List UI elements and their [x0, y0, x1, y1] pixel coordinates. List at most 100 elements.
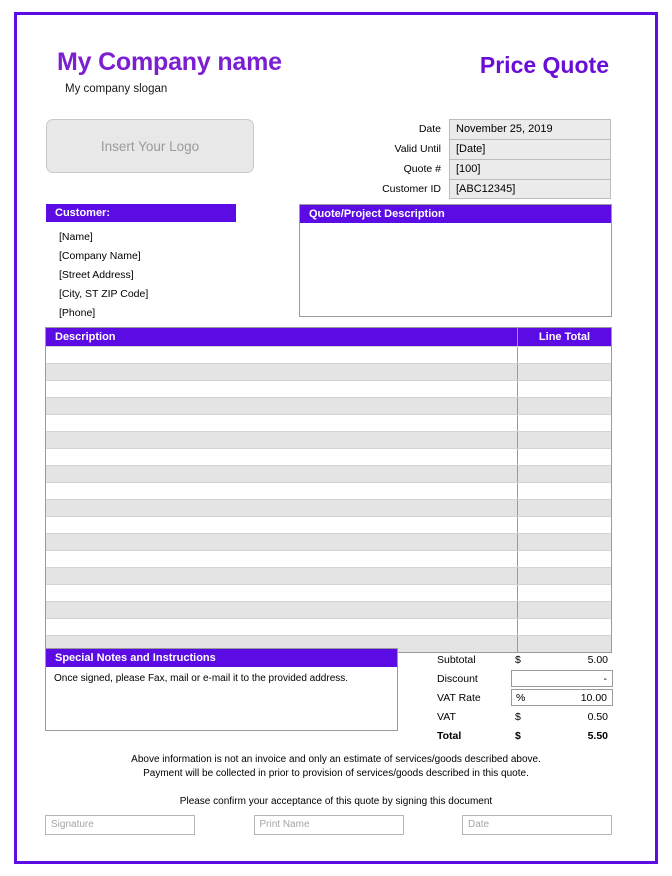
table-row[interactable]: [46, 380, 611, 397]
cell-line-total[interactable]: [517, 381, 611, 397]
table-row[interactable]: [46, 499, 611, 516]
cell-line-total[interactable]: [517, 517, 611, 533]
cell-description[interactable]: [46, 517, 517, 533]
customer-line-street[interactable]: [Street Address]: [46, 266, 236, 285]
table-row[interactable]: [46, 550, 611, 567]
cell-description[interactable]: [46, 432, 517, 448]
cell-line-total[interactable]: [517, 602, 611, 618]
cell-line-total[interactable]: [517, 449, 611, 465]
footer-disclaimer-line-1: Above information is not an invoice and …: [131, 754, 541, 765]
table-row[interactable]: [46, 567, 611, 584]
cell-description[interactable]: [46, 500, 517, 516]
table-row[interactable]: [46, 465, 611, 482]
special-notes-heading: Special Notes and Instructions: [46, 649, 397, 667]
table-row[interactable]: [46, 618, 611, 635]
meta-row-valid-until: Valid Until [Date]: [341, 139, 611, 159]
table-row[interactable]: [46, 533, 611, 550]
cell-line-total[interactable]: [517, 568, 611, 584]
cell-description[interactable]: [46, 551, 517, 567]
cell-description[interactable]: [46, 568, 517, 584]
discount-input[interactable]: -: [511, 670, 613, 687]
totals-label-discount: Discount: [437, 672, 478, 685]
totals-value-subtotal: 5.00: [587, 653, 608, 666]
cell-line-total[interactable]: [517, 466, 611, 482]
vat-rate-input[interactable]: % 10.00: [511, 689, 613, 706]
cell-line-total[interactable]: [517, 534, 611, 550]
cell-line-total[interactable]: [517, 415, 611, 431]
table-row[interactable]: [46, 414, 611, 431]
totals-currency-subtotal: $: [515, 653, 521, 666]
totals-currency-vat-rate: %: [516, 691, 526, 704]
meta-row-quote-number: Quote # [100]: [341, 159, 611, 179]
quote-description-block: Quote/Project Description: [299, 204, 612, 317]
table-row[interactable]: [46, 397, 611, 414]
meta-value-quote-number[interactable]: [100]: [449, 159, 611, 179]
cell-line-total[interactable]: [517, 432, 611, 448]
cell-description[interactable]: [46, 466, 517, 482]
customer-heading: Customer:: [46, 204, 236, 222]
cell-description[interactable]: [46, 483, 517, 499]
totals-row-total: Total $ 5.50: [437, 726, 613, 745]
print-name-input[interactable]: Print Name: [253, 815, 404, 835]
table-row[interactable]: [46, 431, 611, 448]
table-row[interactable]: [46, 482, 611, 499]
table-row[interactable]: [46, 601, 611, 618]
cell-line-total[interactable]: [517, 585, 611, 601]
cell-description[interactable]: [46, 415, 517, 431]
cell-description[interactable]: [46, 534, 517, 550]
meta-value-valid-until[interactable]: [Date]: [449, 139, 611, 159]
signature-date-input[interactable]: Date: [462, 815, 612, 835]
customer-line-city-state-zip[interactable]: [City, ST ZIP Code]: [46, 285, 236, 304]
cell-line-total[interactable]: [517, 347, 611, 363]
cell-line-total[interactable]: [517, 398, 611, 414]
line-items-header-row: Description Line Total: [46, 328, 611, 346]
column-header-line-total: Line Total: [517, 328, 611, 346]
cell-description[interactable]: [46, 364, 517, 380]
cell-line-total[interactable]: [517, 551, 611, 567]
signature-input[interactable]: Signature: [45, 815, 195, 835]
signature-row: Signature Print Name Date: [45, 815, 612, 835]
line-items-table: Description Line Total: [45, 327, 612, 653]
cell-description[interactable]: [46, 347, 517, 363]
cell-line-total[interactable]: [517, 483, 611, 499]
meta-row-date: Date November 25, 2019: [341, 119, 611, 139]
cell-line-total[interactable]: [517, 364, 611, 380]
totals-label-vat: VAT: [437, 710, 456, 723]
totals-row-vat-rate: VAT Rate % 10.00: [437, 688, 613, 707]
cell-description[interactable]: [46, 449, 517, 465]
cell-description[interactable]: [46, 398, 517, 414]
totals-label-subtotal: Subtotal: [437, 653, 476, 666]
quote-description-body[interactable]: [300, 223, 611, 316]
meta-row-customer-id: Customer ID [ABC12345]: [341, 179, 611, 199]
customer-line-phone[interactable]: [Phone]: [46, 304, 236, 323]
totals-value-total: 5.50: [587, 729, 608, 742]
cell-description[interactable]: [46, 602, 517, 618]
totals-value-vat: 0.50: [587, 710, 608, 723]
meta-value-date[interactable]: November 25, 2019: [449, 119, 611, 139]
special-notes-body[interactable]: Once signed, please Fax, mail or e-mail …: [46, 667, 397, 730]
cell-line-total[interactable]: [517, 500, 611, 516]
document-title: Price Quote: [479, 52, 609, 78]
cell-description[interactable]: [46, 619, 517, 635]
table-row[interactable]: [46, 584, 611, 601]
quote-meta-fields: Date November 25, 2019 Valid Until [Date…: [341, 119, 611, 199]
totals-row-subtotal: Subtotal $ 5.00: [437, 650, 613, 669]
table-row[interactable]: [46, 363, 611, 380]
table-row[interactable]: [46, 448, 611, 465]
special-notes-text: Once signed, please Fax, mail or e-mail …: [54, 673, 349, 684]
logo-placeholder-box[interactable]: Insert Your Logo: [46, 119, 254, 173]
special-notes-block: Special Notes and Instructions Once sign…: [45, 648, 398, 731]
company-slogan: My company slogan: [65, 83, 168, 95]
cell-description[interactable]: [46, 381, 517, 397]
cell-description[interactable]: [46, 585, 517, 601]
totals-label-vat-rate: VAT Rate: [437, 691, 481, 704]
customer-line-company[interactable]: [Company Name]: [46, 247, 236, 266]
document-content: My Company name My company slogan Price …: [0, 0, 672, 876]
cell-line-total[interactable]: [517, 619, 611, 635]
table-row[interactable]: [46, 346, 611, 363]
totals-value-vat-rate: 10.00: [580, 691, 607, 704]
customer-line-name[interactable]: [Name]: [46, 228, 236, 247]
totals-label-total: Total: [437, 729, 462, 742]
meta-value-customer-id[interactable]: [ABC12345]: [449, 179, 611, 199]
table-row[interactable]: [46, 516, 611, 533]
